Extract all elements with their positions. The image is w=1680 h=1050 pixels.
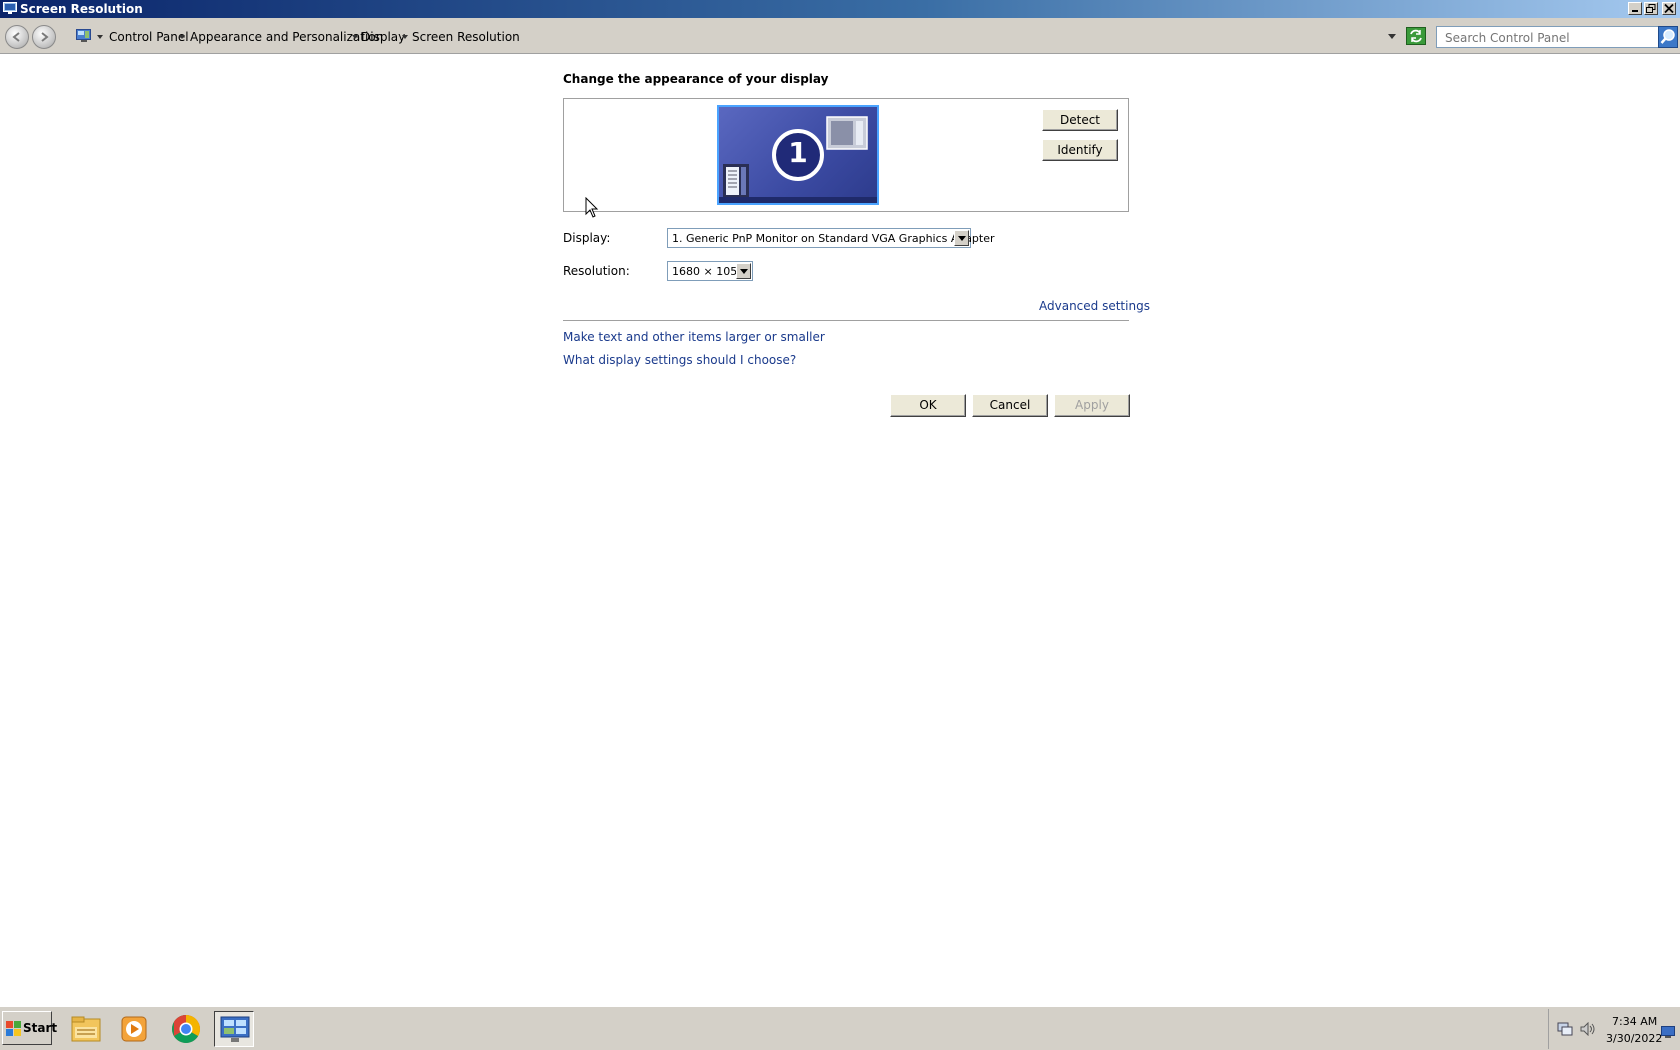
- display-settings-help-link[interactable]: What display settings should I choose?: [563, 353, 796, 367]
- screen-resolution-app-icon: [3, 2, 17, 15]
- network-icon[interactable]: [1557, 1022, 1573, 1039]
- apply-button[interactable]: Apply: [1054, 394, 1130, 417]
- display-label: Display:: [563, 231, 611, 245]
- show-desktop-icon[interactable]: [1661, 1026, 1675, 1041]
- back-button[interactable]: [5, 25, 29, 49]
- start-button[interactable]: Start: [2, 1011, 57, 1045]
- restore-button[interactable]: [1644, 2, 1658, 15]
- chevron-down-icon[interactable]: [97, 35, 103, 39]
- monitor-number: 1: [788, 136, 808, 169]
- title-bar: Screen Resolution: [0, 0, 1680, 18]
- chevron-down-icon[interactable]: [736, 263, 751, 279]
- monitor-1[interactable]: 1: [717, 105, 879, 205]
- display-select[interactable]: 1. Generic PnP Monitor on Standard VGA G…: [667, 228, 995, 248]
- breadcrumb-screen-resolution[interactable]: Screen Resolution: [412, 29, 520, 45]
- mouse-cursor-icon: [585, 196, 599, 222]
- breadcrumb-control-panel[interactable]: Control Panel: [109, 29, 189, 45]
- chrome-icon[interactable]: [166, 1011, 206, 1047]
- chevron-down-icon[interactable]: [179, 35, 185, 39]
- clock-time[interactable]: 7:34 AM: [1612, 1015, 1657, 1028]
- monitor-arrangement-panel: 1 Detect Identify: [563, 98, 1129, 212]
- refresh-icon[interactable]: [1406, 27, 1426, 45]
- forward-button[interactable]: [32, 25, 56, 49]
- control-panel-icon: [76, 29, 92, 46]
- start-label: Start: [23, 1021, 58, 1035]
- close-button[interactable]: [1662, 2, 1676, 15]
- ok-button[interactable]: OK: [890, 394, 966, 417]
- windows-logo-icon: [6, 1021, 21, 1039]
- navigation-bar: Control Panel Appearance and Personaliza…: [0, 18, 1680, 54]
- clock-date[interactable]: 3/30/2022: [1606, 1032, 1662, 1045]
- page-heading: Change the appearance of your display: [563, 72, 829, 86]
- chevron-down-icon[interactable]: [402, 35, 408, 39]
- media-player-icon[interactable]: [114, 1011, 154, 1047]
- control-panel-taskbar-button[interactable]: [214, 1011, 254, 1047]
- text-size-link[interactable]: Make text and other items larger or smal…: [563, 330, 825, 344]
- minimize-button[interactable]: [1628, 2, 1642, 15]
- breadcrumb-display[interactable]: Display: [361, 29, 405, 45]
- resolution-select[interactable]: 1680 × 1050: [667, 261, 753, 281]
- advanced-settings-link[interactable]: Advanced settings: [1039, 299, 1150, 313]
- cancel-button[interactable]: Cancel: [972, 394, 1048, 417]
- search-button[interactable]: [1658, 26, 1678, 48]
- detect-button[interactable]: Detect: [1042, 109, 1118, 131]
- divider: [563, 320, 1129, 321]
- search-box[interactable]: [1436, 26, 1660, 48]
- window-title: Screen Resolution: [20, 2, 143, 16]
- display-select-value: 1. Generic PnP Monitor on Standard VGA G…: [672, 232, 995, 245]
- identify-button[interactable]: Identify: [1042, 139, 1118, 161]
- resolution-select-value: 1680 × 1050: [672, 265, 745, 278]
- address-history-dropdown-icon[interactable]: [1388, 34, 1396, 39]
- taskbar: Start 7:34 AM 3/30/2022: [0, 1006, 1680, 1050]
- system-tray: 7:34 AM 3/30/2022: [1548, 1009, 1678, 1049]
- file-explorer-icon[interactable]: [66, 1011, 106, 1047]
- resolution-label: Resolution:: [563, 264, 630, 278]
- address-bar[interactable]: Control Panel Appearance and Personaliza…: [72, 26, 1398, 48]
- chevron-down-icon[interactable]: [352, 35, 358, 39]
- chevron-down-icon[interactable]: [954, 230, 969, 246]
- volume-icon[interactable]: [1580, 1021, 1596, 1039]
- search-input[interactable]: [1443, 28, 1627, 48]
